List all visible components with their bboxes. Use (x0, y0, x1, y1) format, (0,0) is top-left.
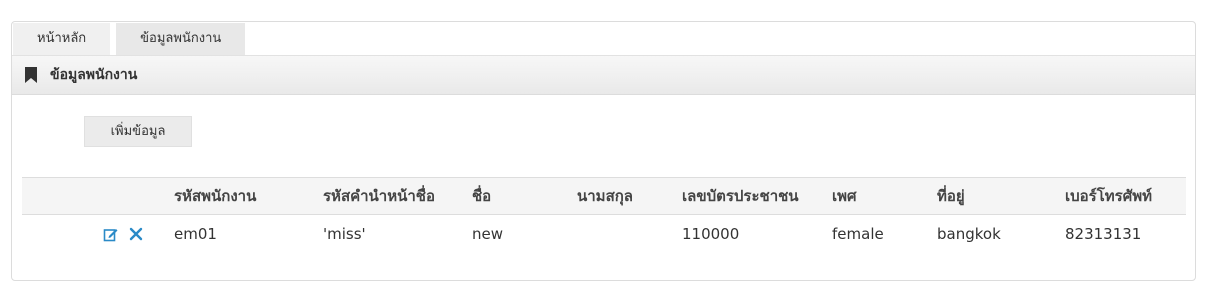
tab-home[interactable]: หน้าหลัก (13, 23, 111, 55)
column-header-first-name[interactable]: ชื่อ (472, 178, 491, 214)
employee-panel: หน้าหลัก ข้อมูลพนักงาน ข้อมูลพนักงาน เพิ… (11, 21, 1196, 281)
column-header-title-code[interactable]: รหัสคำนำหน้าชื่อ (323, 178, 435, 214)
column-header-last-name[interactable]: นามสกุล (577, 178, 633, 214)
panel-header: ข้อมูลพนักงาน (12, 55, 1195, 95)
tab-bar: หน้าหลัก ข้อมูลพนักงาน (13, 23, 246, 55)
cell-national-id: 110000 (682, 225, 740, 243)
table-row: em01 'miss' new 110000 female bangkok 82… (22, 215, 1186, 253)
employee-table: รหัสพนักงาน รหัสคำนำหน้าชื่อ ชื่อ นามสกุ… (22, 177, 1186, 253)
column-header-gender[interactable]: เพศ (832, 178, 857, 214)
table-header: รหัสพนักงาน รหัสคำนำหน้าชื่อ ชื่อ นามสกุ… (22, 177, 1186, 215)
column-header-employee-id[interactable]: รหัสพนักงาน (174, 178, 256, 214)
cell-phone: 82313131 (1065, 225, 1142, 243)
delete-icon[interactable] (128, 226, 144, 242)
cell-gender: female (832, 225, 884, 243)
tab-employee-info[interactable]: ข้อมูลพนักงาน (116, 23, 246, 55)
column-header-phone[interactable]: เบอร์โทรศัพท์ (1065, 178, 1152, 214)
panel-title: ข้อมูลพนักงาน (50, 67, 138, 83)
row-actions (102, 215, 144, 253)
cell-first-name: new (472, 225, 504, 243)
column-header-national-id[interactable]: เลขบัตรประชาชน (682, 178, 799, 214)
edit-icon[interactable] (102, 226, 118, 242)
add-data-button[interactable]: เพิ่มข้อมูล (84, 116, 192, 147)
bookmark-icon (25, 67, 37, 83)
column-header-address[interactable]: ที่อยู่ (937, 178, 965, 214)
cell-title-code: 'miss' (323, 225, 366, 243)
cell-address: bangkok (937, 225, 1001, 243)
cell-employee-id: em01 (174, 225, 217, 243)
